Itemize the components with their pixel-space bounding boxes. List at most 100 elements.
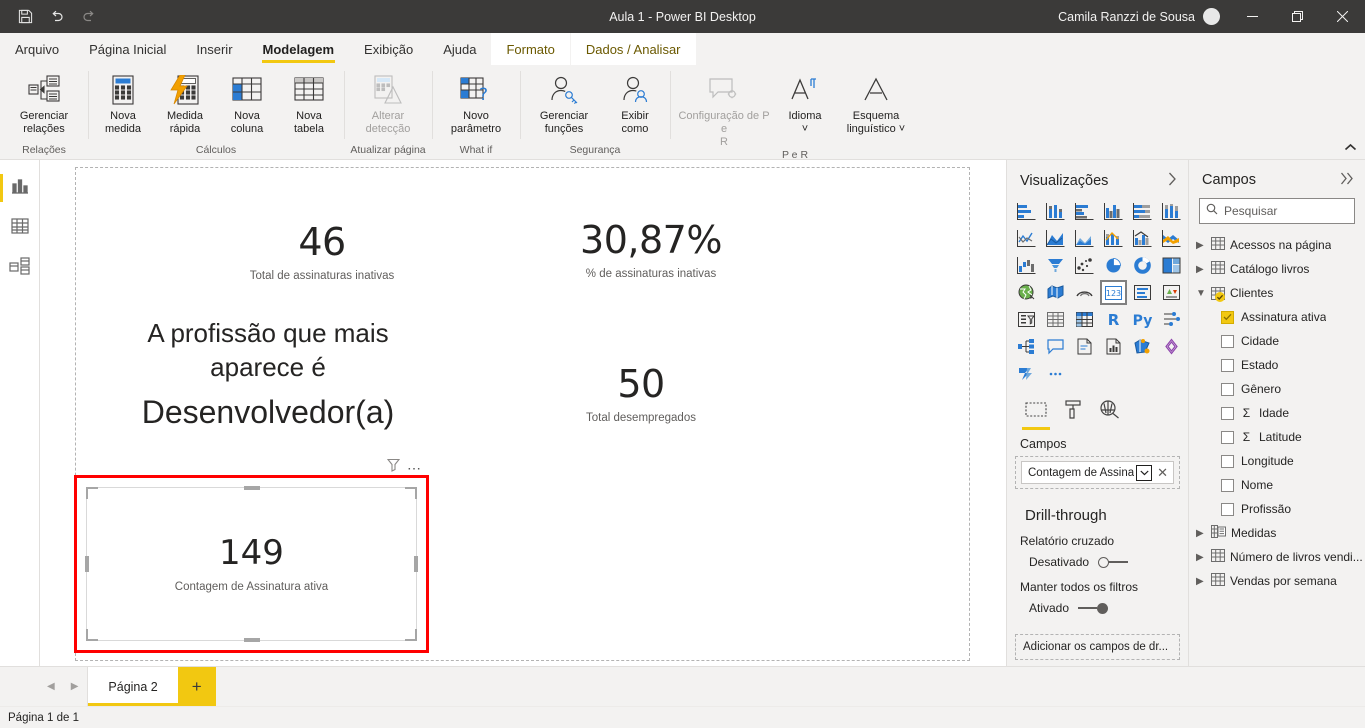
more-options-icon[interactable]: ⋯ [407, 461, 422, 475]
viz-treemap-chart[interactable] [1158, 253, 1185, 278]
viz-key-influencers-visual[interactable] [1158, 307, 1185, 332]
cross-report-toggle[interactable] [1098, 556, 1129, 568]
selected-card-visual[interactable]: ⋯ 149 Contagem de Assinatura ativa [74, 458, 429, 653]
avatar[interactable] [1203, 8, 1220, 25]
viz-stacked-column-chart[interactable] [1042, 199, 1069, 224]
keep-filters-toggle-row[interactable]: Ativado [1007, 594, 1188, 626]
chevron-right-icon[interactable]: ▶ [1196, 528, 1206, 539]
field-idade[interactable]: Σ Idade [1189, 401, 1365, 425]
report-page-canvas[interactable]: 46 Total de assinaturas inativas 30,87% … [74, 167, 970, 661]
viz-waterfall-chart[interactable] [1013, 253, 1040, 278]
card-visual-unemployed-total[interactable]: 50 Total desempregados [496, 365, 786, 424]
field-assinatura-ativa[interactable]: Assinatura ativa [1189, 305, 1365, 329]
checkbox-checked[interactable] [1221, 310, 1234, 324]
viz-get-more-visuals[interactable] [1013, 361, 1040, 386]
viz-paginated-report-visual[interactable] [1100, 334, 1127, 359]
sidebar-item-report-view[interactable] [0, 168, 40, 208]
undo-icon[interactable] [42, 3, 72, 31]
fields-table-catalogo-livros[interactable]: ▶ Catálogo livros [1189, 257, 1365, 281]
viz-power-automate-visual[interactable] [1158, 334, 1185, 359]
save-icon[interactable] [10, 3, 40, 31]
viz-funnel-chart[interactable] [1042, 253, 1069, 278]
chevron-right-icon[interactable]: ▶ [1196, 576, 1206, 587]
viz-clustered-bar-chart[interactable] [1071, 199, 1098, 224]
checkbox[interactable] [1221, 382, 1234, 396]
resize-handle-tr-h[interactable] [405, 487, 417, 489]
viz-filled-map-visual[interactable] [1042, 280, 1069, 305]
keep-filters-toggle[interactable] [1078, 602, 1109, 614]
resize-handle-bottom[interactable] [243, 638, 260, 642]
maximize-restore-button[interactable] [1275, 0, 1320, 33]
chevron-up-icon[interactable] [1344, 143, 1357, 155]
minimize-button[interactable] [1230, 0, 1275, 33]
viz-smart-narrative-visual[interactable] [1071, 334, 1098, 359]
field-genero[interactable]: Gênero [1189, 377, 1365, 401]
resize-handle-right[interactable] [414, 556, 418, 572]
checkbox[interactable] [1221, 478, 1234, 492]
manage-relationships-button[interactable]: Gerenciar relações [4, 70, 84, 136]
fields-well[interactable]: Contagem de Assinat... ✕ [1015, 456, 1180, 489]
ribbon-tab-modelagem[interactable]: Modelagem [248, 33, 350, 65]
chevron-right-icon[interactable]: ▶ [68, 681, 82, 692]
viz-stacked-bar-chart[interactable] [1013, 199, 1040, 224]
field-longitude[interactable]: Longitude [1189, 449, 1365, 473]
viz-more-options[interactable] [1042, 361, 1069, 386]
sidebar-item-data-view[interactable] [0, 208, 40, 248]
viz-scatter-chart[interactable] [1071, 253, 1098, 278]
chevron-right-icon[interactable]: ▶ [1196, 264, 1206, 275]
viz-qna-visual[interactable] [1042, 334, 1069, 359]
viz-table-visual[interactable] [1042, 307, 1069, 332]
sidebar-item-model-view[interactable] [0, 248, 40, 288]
quick-measure-button[interactable]: Medida rápida [154, 70, 216, 136]
new-table-button[interactable]: Nova tabela [278, 70, 340, 136]
checkbox[interactable] [1221, 502, 1234, 516]
viz-decomposition-tree-visual[interactable] [1013, 334, 1040, 359]
viz-matrix-visual[interactable] [1071, 307, 1098, 332]
redo-icon[interactable] [74, 3, 104, 31]
viz-stacked-area-chart[interactable] [1071, 226, 1098, 251]
viz-line-stacked-column-chart[interactable] [1100, 226, 1127, 251]
resize-handle-top[interactable] [243, 486, 260, 490]
viz-arcgis-map-visual[interactable] [1071, 280, 1098, 305]
fields-table-medidas[interactable]: ▶ Medidas [1189, 521, 1365, 545]
viz-clustered-column-chart[interactable] [1100, 199, 1127, 224]
tab-fields[interactable] [1022, 402, 1050, 430]
ribbon-tab-ajuda[interactable]: Ajuda [428, 33, 491, 65]
fields-table-vendas-por-semana[interactable]: ▶ Vendas por semana [1189, 569, 1365, 593]
manage-roles-button[interactable]: Gerenciar funções [524, 70, 604, 136]
resize-handle-tl-h[interactable] [86, 487, 98, 489]
chevron-right-icon[interactable] [1168, 172, 1177, 189]
viz-map-visual[interactable] [1013, 280, 1040, 305]
field-profissao[interactable]: Profissão [1189, 497, 1365, 521]
remove-field-icon[interactable]: ✕ [1154, 465, 1171, 481]
filter-icon[interactable] [386, 458, 401, 477]
viz-r-script-visual[interactable]: R [1100, 307, 1127, 332]
ribbon-tab-inserir[interactable]: Inserir [181, 33, 247, 65]
chevron-right-icon[interactable]: ▶ [1196, 240, 1206, 251]
chevron-down-icon[interactable] [1136, 464, 1153, 481]
field-cidade[interactable]: Cidade [1189, 329, 1365, 353]
chevron-left-icon[interactable]: ◀ [44, 681, 58, 692]
field-nome[interactable]: Nome [1189, 473, 1365, 497]
field-estado[interactable]: Estado [1189, 353, 1365, 377]
search-input[interactable]: Pesquisar [1199, 198, 1355, 224]
chevron-double-right-icon[interactable] [1340, 172, 1354, 188]
chevron-down-icon[interactable]: ▼ [1196, 288, 1206, 299]
checkbox[interactable] [1221, 430, 1234, 444]
change-detection-button[interactable]: Alterar detecção [348, 70, 428, 136]
checkbox[interactable] [1221, 358, 1234, 372]
card-visual-top-profession[interactable]: A profissão que mais aparece é Desenvolv… [98, 316, 438, 434]
viz-line-chart[interactable] [1013, 226, 1040, 251]
viz-power-apps-visual[interactable] [1129, 334, 1156, 359]
fields-table-numero-livros-vendidos[interactable]: ▶ Número de livros vendi... [1189, 545, 1365, 569]
qa-setup-button[interactable]: Configuração de P eR [674, 70, 774, 149]
linguistic-schema-button[interactable]: Esquema linguístico ˅ [836, 70, 916, 136]
close-button[interactable] [1320, 0, 1365, 33]
viz-slicer-visual[interactable] [1013, 307, 1040, 332]
resize-handle-bl-h[interactable] [86, 639, 98, 641]
ribbon-tab-arquivo[interactable]: Arquivo [0, 33, 74, 65]
fields-table-acessos-na-pagina[interactable]: ▶ Acessos na página [1189, 233, 1365, 257]
new-measure-button[interactable]: Nova medida [92, 70, 154, 136]
ribbon-tab-dados-analisar[interactable]: Dados / Analisar [570, 33, 696, 65]
viz-python-visual[interactable]: Py [1129, 307, 1156, 332]
